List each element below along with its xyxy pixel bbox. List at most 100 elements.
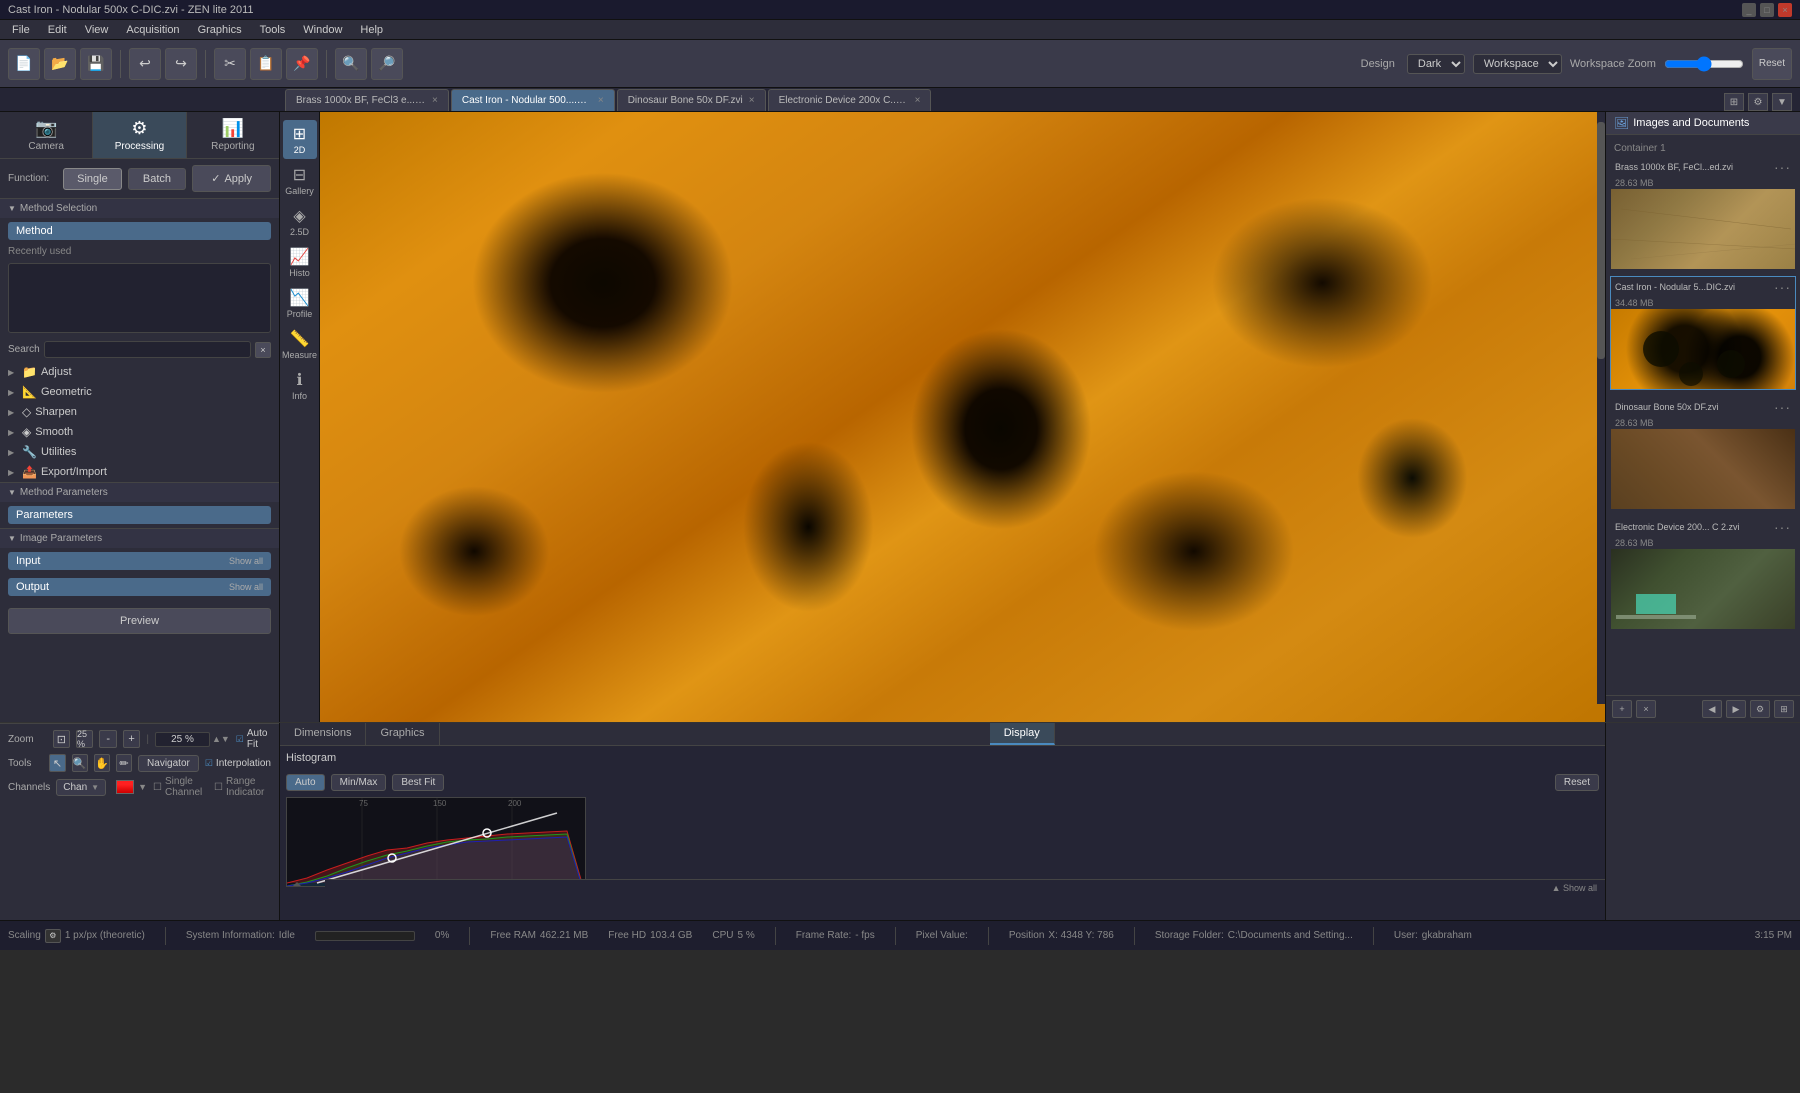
tree-item-sharpen[interactable]: ▶ ◇ Sharpen bbox=[0, 402, 279, 422]
hist-reset-button[interactable]: Reset bbox=[1555, 774, 1599, 791]
view-measure-button[interactable]: 📏 Measure bbox=[283, 325, 317, 364]
nav-tab-processing[interactable]: ⚙ Processing bbox=[93, 112, 186, 158]
zoom-fit-button[interactable]: ⊡ bbox=[53, 730, 70, 748]
zoom-out-button[interactable]: - bbox=[99, 730, 116, 748]
single-mode-button[interactable]: Single bbox=[63, 168, 122, 190]
display-tab[interactable]: Display bbox=[990, 723, 1055, 745]
input-bar[interactable]: Input Show all bbox=[8, 552, 271, 570]
dimensions-tab[interactable]: Dimensions bbox=[280, 723, 366, 745]
image-item-cast-iron[interactable]: Cast Iron - Nodular 5...DIC.zvi ··· 34.4… bbox=[1610, 276, 1796, 390]
rp-settings-button[interactable]: ⚙ bbox=[1750, 700, 1770, 718]
new-button[interactable]: 📄 bbox=[8, 48, 40, 80]
parameters-bar[interactable]: Parameters bbox=[8, 506, 271, 524]
image-electronic-menu[interactable]: ··· bbox=[1774, 519, 1791, 535]
workspace-zoom-slider[interactable] bbox=[1664, 56, 1744, 72]
view-gallery-button[interactable]: ⊟ Gallery bbox=[283, 161, 317, 200]
single-channel-checkbox[interactable]: ☐ Single Channel bbox=[153, 776, 208, 798]
more-button[interactable]: ▼ bbox=[1772, 93, 1792, 111]
rp-expand-button[interactable]: ⊞ bbox=[1774, 700, 1794, 718]
tree-item-utilities[interactable]: ▶ 🔧 Utilities bbox=[0, 442, 279, 462]
cut-button[interactable]: ✂ bbox=[214, 48, 246, 80]
input-show-all[interactable]: Show all bbox=[229, 556, 263, 566]
rp-next-button[interactable]: ▶ bbox=[1726, 700, 1746, 718]
image-canvas-area[interactable] bbox=[320, 112, 1605, 722]
view-2-5d-button[interactable]: ◈ 2.5D bbox=[283, 202, 317, 241]
tree-item-geometric[interactable]: ▶ 📐 Geometric bbox=[0, 382, 279, 402]
output-bar[interactable]: Output Show all bbox=[8, 578, 271, 596]
close-button[interactable]: × bbox=[1778, 3, 1792, 17]
menu-graphics[interactable]: Graphics bbox=[190, 22, 250, 38]
tab-brass[interactable]: Brass 1000x BF, FeCl3 e...ed.zvi* × bbox=[285, 89, 449, 111]
interpolation-checkbox[interactable]: ☑ Interpolation bbox=[205, 758, 271, 769]
paste-button[interactable]: 📌 bbox=[286, 48, 318, 80]
grid-view-button[interactable]: ⊞ bbox=[1724, 93, 1744, 111]
output-show-all[interactable]: Show all bbox=[229, 582, 263, 592]
apply-button[interactable]: ✓ Apply bbox=[192, 165, 271, 192]
search-input[interactable] bbox=[44, 341, 251, 358]
menu-window[interactable]: Window bbox=[295, 22, 350, 38]
channels-dropdown[interactable]: Chan ▼ bbox=[56, 779, 106, 796]
tab-close-electronic[interactable]: × bbox=[915, 95, 921, 106]
rp-prev-button[interactable]: ◀ bbox=[1702, 700, 1722, 718]
tool-measure-button[interactable]: ✏ bbox=[116, 754, 132, 772]
image-cast-iron-menu[interactable]: ··· bbox=[1774, 279, 1791, 295]
hist-bestfit-button[interactable]: Best Fit bbox=[392, 774, 444, 791]
show-all-bar[interactable]: ▲ Show all bbox=[325, 879, 1605, 895]
settings-button[interactable]: ⚙ bbox=[1748, 93, 1768, 111]
tool-pan-button[interactable]: ✋ bbox=[94, 754, 110, 772]
preview-button[interactable]: Preview bbox=[8, 608, 271, 634]
menu-file[interactable]: File bbox=[4, 22, 38, 38]
rp-add-button[interactable]: + bbox=[1612, 700, 1632, 718]
tab-electronic[interactable]: Electronic Device 200x C... C 2.zvi × bbox=[768, 89, 932, 111]
tree-item-smooth[interactable]: ▶ ◈ Smooth bbox=[0, 422, 279, 442]
tab-close-brass[interactable]: × bbox=[432, 95, 438, 106]
open-button[interactable]: 📂 bbox=[44, 48, 76, 80]
nav-tab-camera[interactable]: 📷 Camera bbox=[0, 112, 93, 158]
tab-bone[interactable]: Dinosaur Bone 50x DF.zvi × bbox=[617, 89, 766, 111]
tree-item-export[interactable]: ▶ 📤 Export/Import bbox=[0, 462, 279, 482]
image-item-brass[interactable]: Brass 1000x BF, FeCl...ed.zvi ··· 28.63 … bbox=[1610, 156, 1796, 270]
redo-button[interactable]: ↪ bbox=[165, 48, 197, 80]
hist-minmax-button[interactable]: Min/Max bbox=[331, 774, 387, 791]
menu-help[interactable]: Help bbox=[352, 22, 391, 38]
tab-close-cast-iron[interactable]: × bbox=[598, 95, 604, 106]
batch-mode-button[interactable]: Batch bbox=[128, 168, 187, 190]
image-brass-menu[interactable]: ··· bbox=[1774, 159, 1791, 175]
search-clear-button[interactable]: × bbox=[255, 342, 271, 358]
view-2d-button[interactable]: ⊞ 2D bbox=[283, 120, 317, 159]
auto-fit-checkbox[interactable]: ☑ Auto Fit bbox=[236, 728, 271, 750]
tool-zoom-button[interactable]: 🔍 bbox=[72, 754, 88, 772]
view-profile-button[interactable]: 📉 Profile bbox=[283, 284, 317, 323]
reset-button[interactable]: Reset bbox=[1752, 48, 1792, 80]
zoom-input[interactable] bbox=[155, 732, 210, 747]
menu-view[interactable]: View bbox=[77, 22, 117, 38]
tree-item-adjust[interactable]: ▶ 📁 Adjust bbox=[0, 362, 279, 382]
maximize-button[interactable]: □ bbox=[1760, 3, 1774, 17]
graphics-tab[interactable]: Graphics bbox=[366, 723, 439, 745]
undo-button[interactable]: ↩ bbox=[129, 48, 161, 80]
menu-acquisition[interactable]: Acquisition bbox=[118, 22, 187, 38]
scaling-settings-button[interactable]: ⚙ bbox=[45, 929, 61, 943]
design-mode-select[interactable]: Dark Light bbox=[1407, 54, 1465, 74]
tool-pointer-button[interactable]: ↖ bbox=[49, 754, 65, 772]
zoom-100-button[interactable]: 25 % bbox=[76, 730, 93, 748]
zoom-in-button[interactable]: 🔍 bbox=[335, 48, 367, 80]
workspace-select[interactable]: Workspace bbox=[1473, 54, 1562, 74]
hist-auto-button[interactable]: Auto bbox=[286, 774, 325, 791]
minimize-button[interactable]: _ bbox=[1742, 3, 1756, 17]
save-button[interactable]: 💾 bbox=[80, 48, 112, 80]
range-indicator-checkbox[interactable]: ☐ Range Indicator bbox=[214, 776, 271, 798]
tab-close-bone[interactable]: × bbox=[749, 95, 755, 106]
view-info-button[interactable]: ℹ Info bbox=[283, 366, 317, 405]
image-item-bone[interactable]: Dinosaur Bone 50x DF.zvi ··· 28.63 MB bbox=[1610, 396, 1796, 510]
menu-edit[interactable]: Edit bbox=[40, 22, 75, 38]
vertical-scrollbar-thumb[interactable] bbox=[1597, 122, 1605, 359]
navigator-button[interactable]: Navigator bbox=[138, 755, 199, 772]
method-selection-header[interactable]: ▼ Method Selection bbox=[0, 198, 279, 218]
image-bone-menu[interactable]: ··· bbox=[1774, 399, 1791, 415]
tab-cast-iron[interactable]: Cast Iron - Nodular 500....DIC.zvi × bbox=[451, 89, 615, 111]
image-item-electronic[interactable]: Electronic Device 200... C 2.zvi ··· 28.… bbox=[1610, 516, 1796, 630]
menu-tools[interactable]: Tools bbox=[252, 22, 294, 38]
copy-button[interactable]: 📋 bbox=[250, 48, 282, 80]
method-parameters-header[interactable]: ▼ Method Parameters bbox=[0, 482, 279, 502]
